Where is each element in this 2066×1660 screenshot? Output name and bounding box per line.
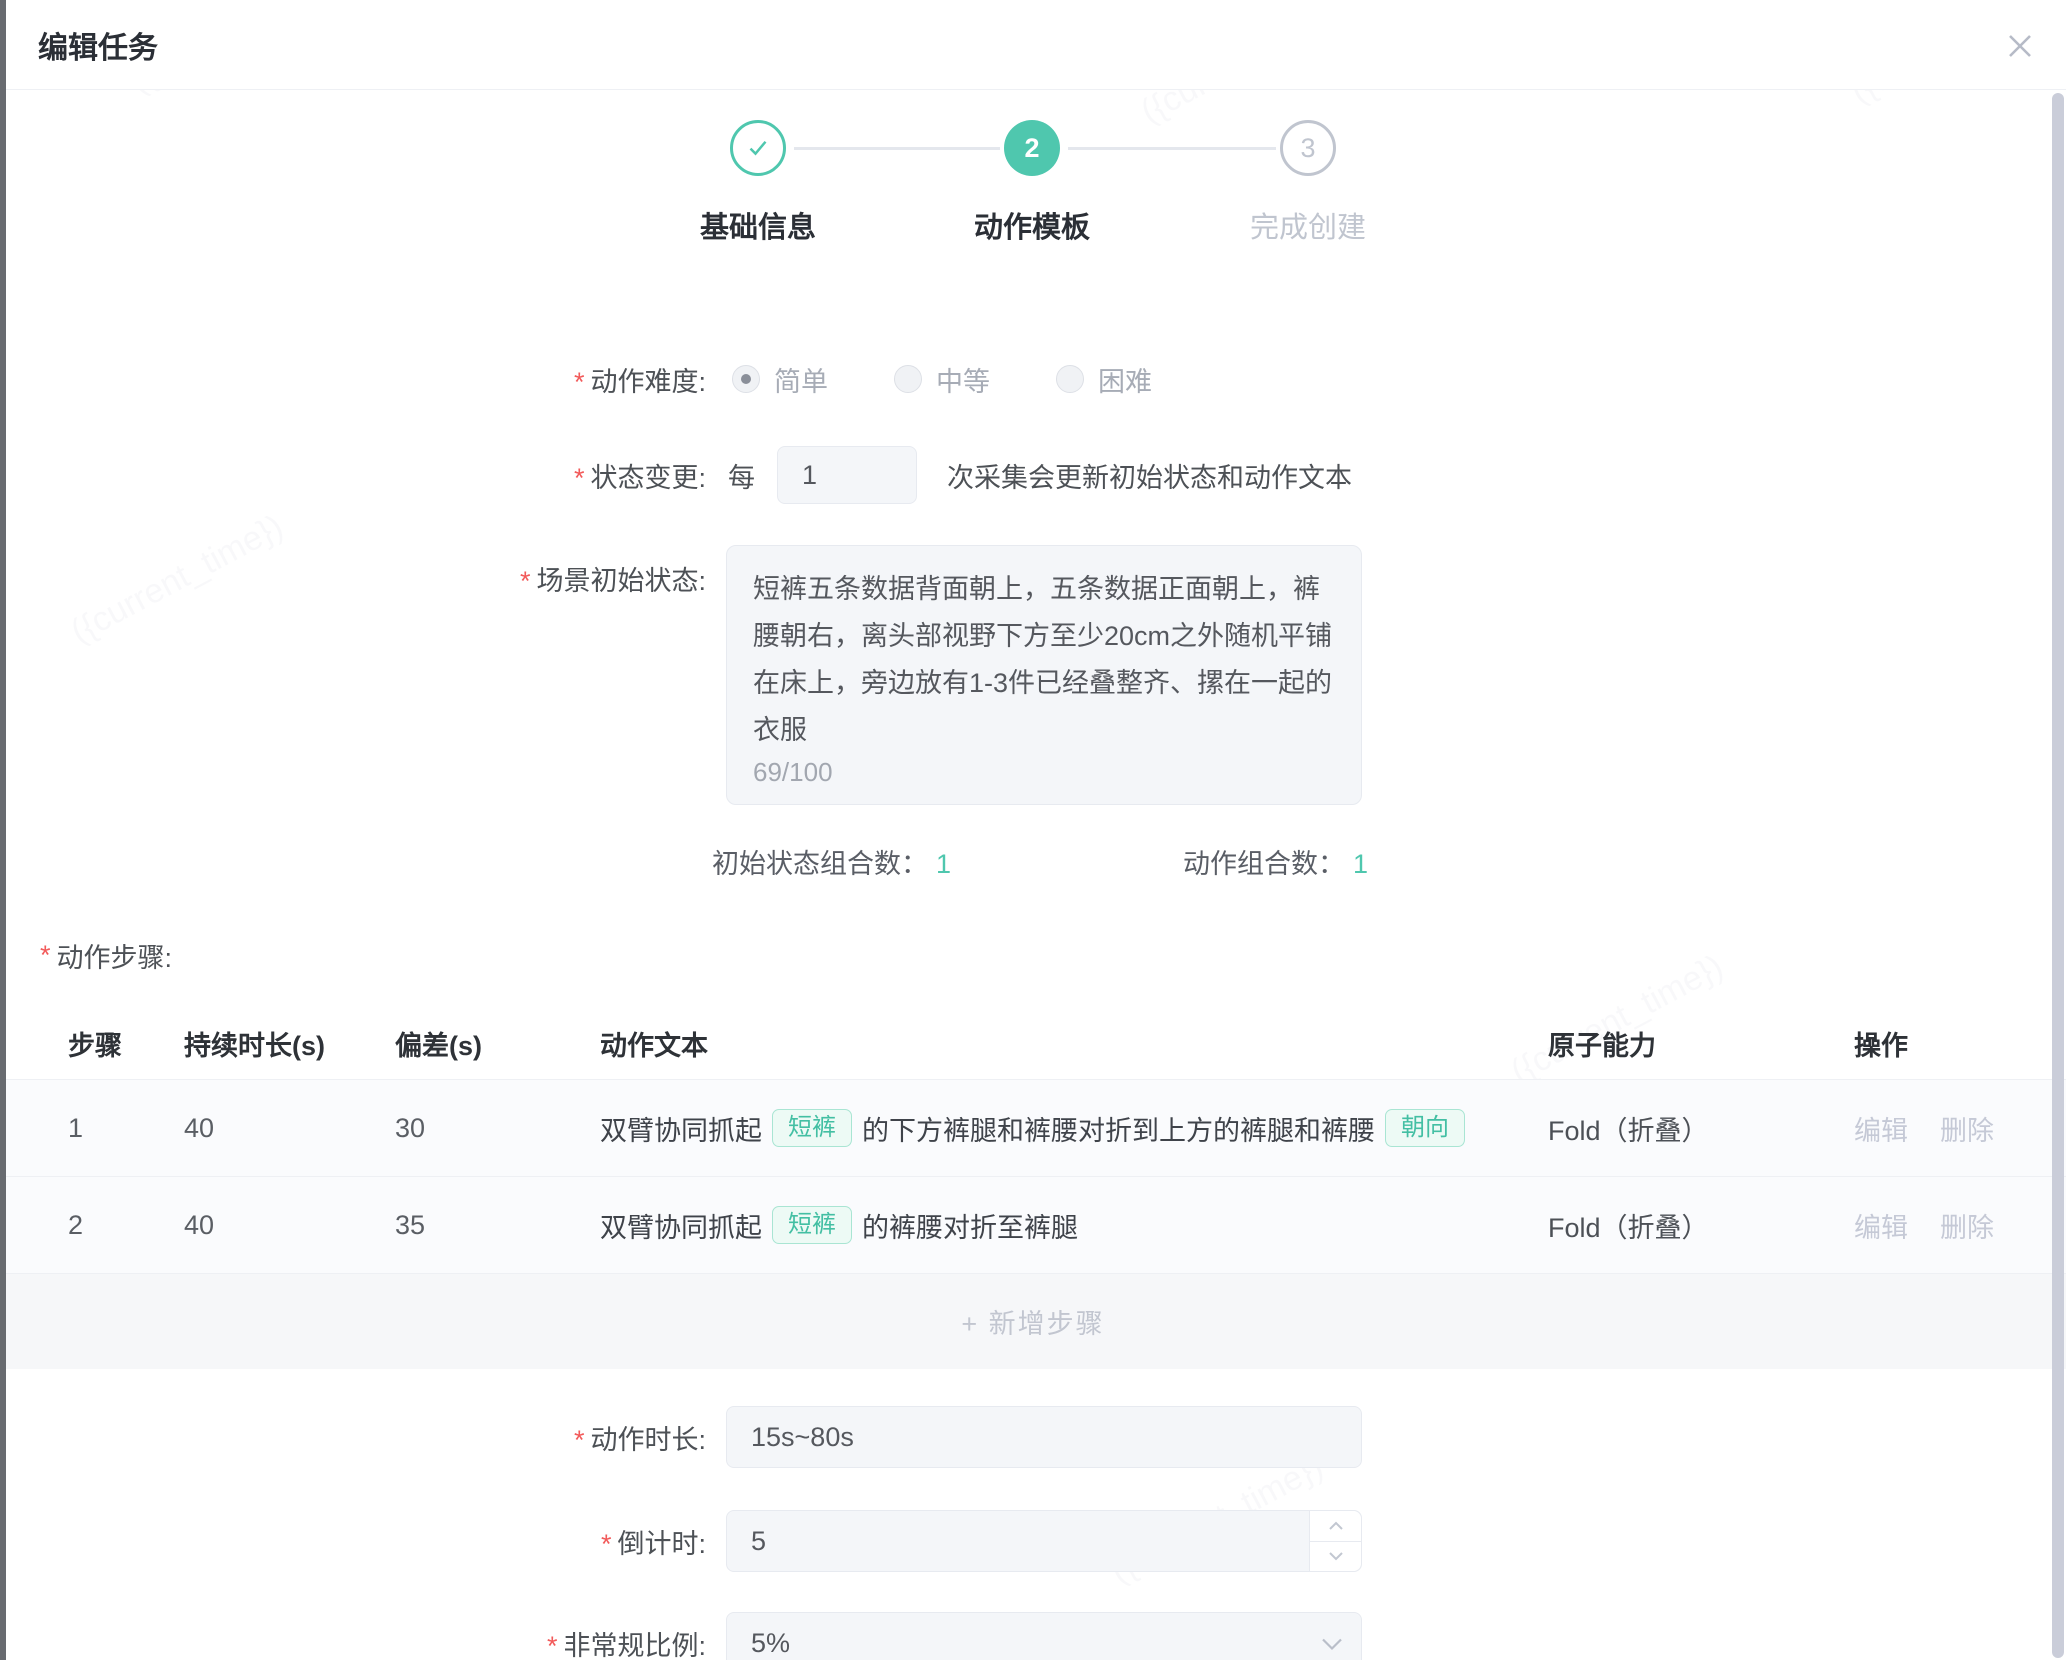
action-duration-input[interactable]: 15s~80s [726,1406,1362,1468]
cell-atomic-ability: Fold（折叠） [1548,1109,1854,1148]
cell-atomic-ability: Fold（折叠） [1548,1206,1854,1245]
table-header-row: 步骤 持续时长(s) 偏差(s) 动作文本 原子能力 操作 [0,1007,2066,1080]
initial-state-value: 短裤五条数据背面朝上，五条数据正面朝上，裤腰朝右，离头部视野下方至少20cm之外… [753,566,1335,754]
initial-state-label: *场景初始状态: [0,559,706,598]
cell-deviation: 30 [395,1113,600,1144]
cell-step: 1 [68,1113,184,1144]
required-asterisk: * [601,1529,612,1559]
delete-link[interactable]: 删除 [1940,1213,1994,1243]
required-asterisk: * [574,463,585,493]
cell-action-text: 双臂协同抓起短裤的下方裤腿和裤腰对折到上方的裤腿和裤腰朝向 [600,1109,1548,1148]
table-row: 2 40 35 双臂协同抓起短裤的裤腰对折至裤腿 Fold（折叠） 编辑 删除 [0,1177,2066,1274]
required-asterisk: * [574,367,585,397]
decrement-icon[interactable] [1310,1541,1361,1572]
step2-circle: 2 [1004,120,1060,176]
radio-icon [1056,365,1084,393]
col-atomic-ability: 原子能力 [1548,1024,1854,1063]
col-deviation: 偏差(s) [395,1024,600,1063]
radio-selected-icon [732,365,760,393]
radio-hard[interactable]: 困难 [1056,360,1152,399]
edit-link[interactable]: 编辑 [1854,1213,1908,1243]
cell-duration: 40 [184,1113,395,1144]
combination-counts-row: 初始状态组合数：1 动作组合数：1 [0,842,2066,880]
object-tag: 短裤 [772,1206,852,1245]
add-step-button[interactable]: + 新增步骤 [961,1302,1104,1341]
required-asterisk: * [547,1631,558,1660]
step1-label: 基础信息 [628,204,888,246]
increment-icon[interactable] [1310,1511,1361,1541]
initial-combo-value: 1 [936,849,951,879]
cell-operations: 编辑 删除 [1854,1109,2066,1148]
action-duration-label: *动作时长: [0,1418,706,1457]
cell-step: 2 [68,1210,184,1241]
chevron-down-icon [1321,1628,1343,1659]
cell-deviation: 35 [395,1210,600,1241]
stepper: 2 3 基础信息 动作模板 完成创建 [0,120,2066,260]
step-connector [1068,147,1276,150]
step2-label: 动作模板 [902,204,1162,246]
col-operation: 操作 [1854,1024,2066,1063]
unusual-ratio-label: *非常规比例: [0,1624,706,1660]
number-stepper [1309,1511,1361,1571]
dialog-header: 编辑任务 [0,0,2066,90]
cell-operations: 编辑 删除 [1854,1206,2066,1245]
orientation-tag: 朝向 [1385,1109,1465,1148]
radio-easy[interactable]: 简单 [732,360,828,399]
action-combo-count: 动作组合数：1 [1183,842,1368,881]
state-change-row: *状态变更: 每 1 次采集会更新初始状态和动作文本 [0,446,2066,504]
action-duration-row: *动作时长: 15s~80s [0,1406,2066,1468]
step1-done-check-icon [730,120,786,176]
page-edge-strip [0,0,6,1660]
step3-circle: 3 [1280,120,1336,176]
unusual-ratio-select[interactable]: 5% [726,1612,1362,1660]
radio-icon [894,365,922,393]
add-step-row: + 新增步骤 [0,1274,2066,1369]
edit-link[interactable]: 编辑 [1854,1116,1908,1146]
char-counter: 69/100 [753,757,833,788]
dialog-body: 2 3 基础信息 动作模板 完成创建 *动作难度: 简单 中等 困难 *状态变更… [0,120,2066,1660]
required-asterisk: * [520,566,531,596]
col-action-text: 动作文本 [600,1024,1548,1063]
step-connector [794,147,1000,150]
required-asterisk: * [574,1425,585,1455]
state-change-suffix: 次采集会更新初始状态和动作文本 [947,456,1352,495]
radio-medium[interactable]: 中等 [894,360,990,399]
action-combo-value: 1 [1353,849,1368,879]
action-steps-table: 步骤 持续时长(s) 偏差(s) 动作文本 原子能力 操作 1 40 30 双臂… [0,1007,2066,1369]
countdown-label: *倒计时: [0,1522,706,1561]
state-change-prefix: 每 [728,456,755,495]
step3-label: 完成创建 [1178,204,1438,246]
countdown-input[interactable]: 5 [726,1510,1362,1572]
close-icon[interactable] [2000,26,2040,66]
state-change-label: *状态变更: [0,456,706,495]
dialog-title: 编辑任务 [38,23,158,67]
countdown-row: *倒计时: 5 [0,1510,2066,1572]
initial-combo-count: 初始状态组合数：1 [712,842,951,881]
col-step: 步骤 [68,1024,184,1063]
table-row: 1 40 30 双臂协同抓起短裤的下方裤腿和裤腰对折到上方的裤腿和裤腰朝向 Fo… [0,1080,2066,1177]
unusual-ratio-row: *非常规比例: 5% [0,1612,2066,1660]
object-tag: 短裤 [772,1109,852,1148]
state-change-input[interactable]: 1 [777,446,917,504]
cell-action-text: 双臂协同抓起短裤的裤腰对折至裤腿 [600,1206,1548,1245]
action-steps-section-label: *动作步骤: [0,935,2066,975]
initial-state-row: *场景初始状态: 短裤五条数据背面朝上，五条数据正面朝上，裤腰朝右，离头部视野下… [0,545,2066,805]
col-duration: 持续时长(s) [184,1024,395,1063]
difficulty-label: *动作难度: [0,360,706,399]
delete-link[interactable]: 删除 [1940,1116,1994,1146]
required-asterisk: * [40,940,51,971]
initial-state-textarea[interactable]: 短裤五条数据背面朝上，五条数据正面朝上，裤腰朝右，离头部视野下方至少20cm之外… [726,545,1362,805]
difficulty-row: *动作难度: 简单 中等 困难 [0,358,2066,400]
cell-duration: 40 [184,1210,395,1241]
scrollbar-thumb[interactable] [2052,93,2064,1658]
